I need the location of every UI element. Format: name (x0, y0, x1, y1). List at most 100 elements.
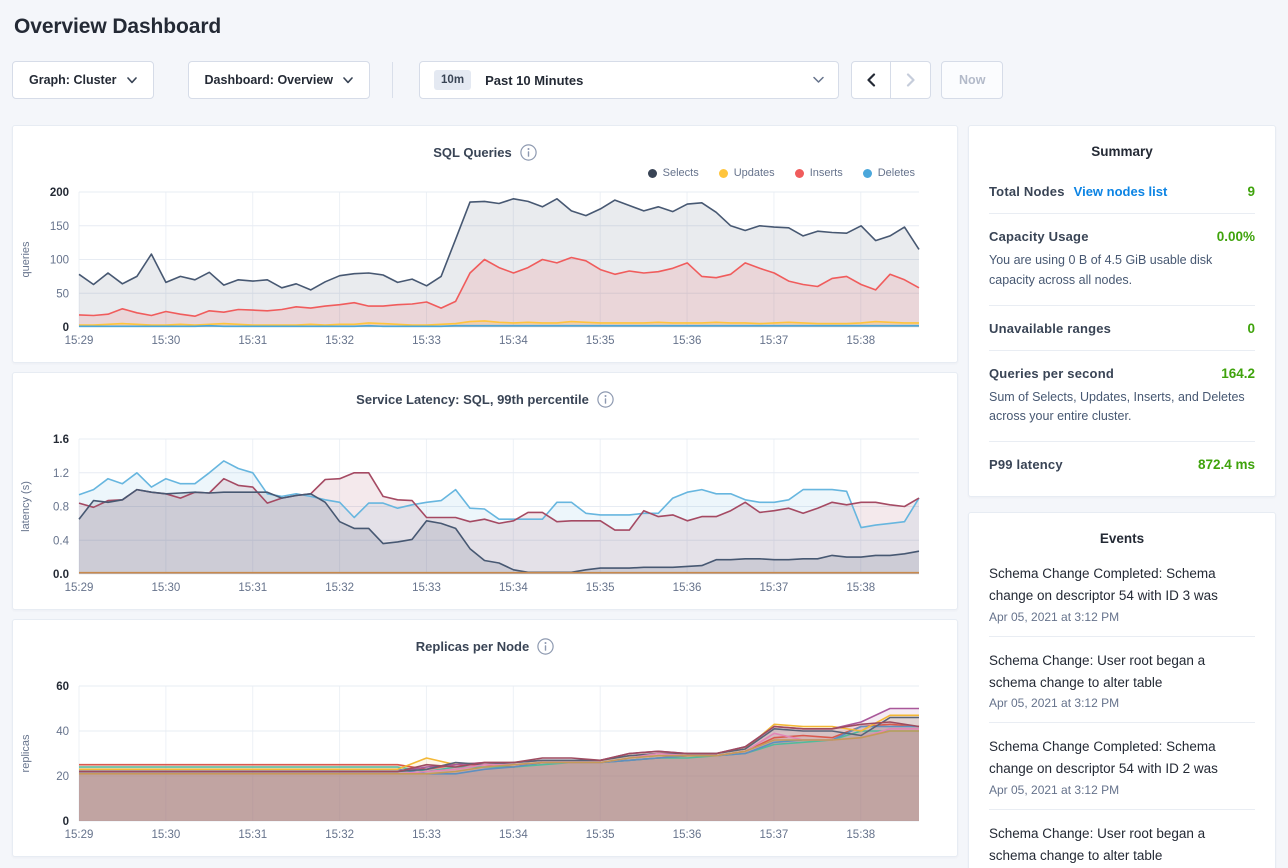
event-timestamp: Apr 05, 2021 at 3:12 PM (989, 610, 1255, 624)
svg-text:latency (s): latency (s) (20, 481, 32, 532)
time-prev-button[interactable] (851, 61, 891, 99)
graph-dropdown[interactable]: Graph: Cluster (12, 61, 154, 99)
svg-text:15:34: 15:34 (499, 582, 528, 594)
svg-text:15:30: 15:30 (151, 582, 180, 594)
info-circle-icon[interactable] (537, 638, 554, 655)
sql-queries-chart[interactable]: 15:2915:3015:3115:3215:3315:3415:3515:36… (13, 184, 957, 357)
svg-text:0: 0 (63, 816, 69, 828)
svg-text:15:33: 15:33 (412, 335, 441, 347)
time-nav-group (851, 61, 931, 99)
summary-row-total-nodes: Total Nodes View nodes list 9 (989, 169, 1255, 214)
svg-text:15:38: 15:38 (846, 582, 875, 594)
svg-text:200: 200 (50, 187, 69, 199)
svg-text:15:37: 15:37 (760, 582, 789, 594)
summary-value: 9 (1247, 184, 1255, 199)
chevron-down-icon (127, 77, 137, 84)
legend-item-inserts[interactable]: Inserts (795, 167, 843, 179)
event-text: Schema Change Completed: Schema change o… (989, 736, 1255, 780)
svg-text:0: 0 (63, 322, 69, 334)
event-item[interactable]: Schema Change: User root began a schema … (989, 810, 1255, 868)
summary-label: P99 latency (989, 457, 1063, 472)
svg-text:15:32: 15:32 (325, 829, 354, 841)
page-title: Overview Dashboard (12, 0, 1276, 39)
info-circle-icon[interactable] (597, 391, 614, 408)
summary-label: Queries per second (989, 366, 1114, 381)
summary-row-p99-latency: P99 latency 872.4 ms (989, 442, 1255, 486)
svg-text:15:35: 15:35 (586, 335, 615, 347)
svg-text:60: 60 (56, 681, 69, 693)
legend-dot (719, 169, 728, 178)
summary-label: Total Nodes (989, 184, 1065, 199)
event-timestamp: Apr 05, 2021 at 3:12 PM (989, 696, 1255, 710)
time-range-badge: 10m (434, 70, 471, 90)
view-nodes-list-link[interactable]: View nodes list (1074, 184, 1168, 199)
chevron-left-icon (866, 73, 876, 87)
toolbar-divider (392, 62, 393, 98)
svg-text:15:36: 15:36 (673, 582, 702, 594)
legend-label: Updates (734, 167, 775, 179)
svg-text:15:34: 15:34 (499, 335, 528, 347)
event-text: Schema Change Completed: Schema change o… (989, 563, 1255, 607)
summary-row-unavailable-ranges: Unavailable ranges 0 (989, 306, 1255, 351)
chart-legend (13, 656, 957, 678)
legend-item-updates[interactable]: Updates (719, 167, 775, 179)
svg-text:15:38: 15:38 (846, 829, 875, 841)
charts-column: SQL Queries SelectsUpdatesInsertsDeletes… (12, 125, 958, 857)
event-item[interactable]: Schema Change Completed: Schema change o… (989, 723, 1255, 810)
svg-text:15:33: 15:33 (412, 829, 441, 841)
event-item[interactable]: Schema Change Completed: Schema change o… (989, 550, 1255, 637)
graph-dropdown-label: Graph: Cluster (29, 73, 117, 87)
svg-text:20: 20 (56, 771, 69, 783)
chart-title: Service Latency: SQL, 99th percentile (356, 392, 589, 407)
svg-text:15:35: 15:35 (586, 829, 615, 841)
toolbar: Graph: Cluster Dashboard: Overview 10m P… (12, 61, 1276, 99)
svg-text:0.0: 0.0 (53, 569, 69, 581)
chart-title: Replicas per Node (416, 639, 529, 654)
svg-text:1.6: 1.6 (53, 434, 69, 446)
summary-row-capacity-usage: Capacity Usage 0.00% You are using 0 B o… (989, 214, 1255, 306)
service-latency-chart[interactable]: 15:2915:3015:3115:3215:3315:3415:3515:36… (13, 431, 957, 604)
dashboard-content: SQL Queries SelectsUpdatesInsertsDeletes… (12, 125, 1276, 868)
svg-text:15:29: 15:29 (65, 335, 94, 347)
svg-text:50: 50 (56, 288, 69, 300)
chevron-right-icon (906, 73, 916, 87)
chart-legend (13, 409, 957, 431)
svg-text:15:32: 15:32 (325, 335, 354, 347)
dashboard-dropdown-label: Dashboard: Overview (205, 73, 334, 87)
legend-item-selects[interactable]: Selects (648, 167, 699, 179)
svg-text:40: 40 (56, 726, 69, 738)
events-panel: Events Schema Change Completed: Schema c… (968, 512, 1276, 868)
info-circle-icon[interactable] (520, 144, 537, 161)
events-title: Events (989, 531, 1255, 546)
summary-note: You are using 0 B of 4.5 GiB usable disk… (989, 251, 1255, 291)
svg-text:15:33: 15:33 (412, 582, 441, 594)
event-item[interactable]: Schema Change: User root began a schema … (989, 637, 1255, 724)
dashboard-dropdown[interactable]: Dashboard: Overview (188, 61, 371, 99)
svg-text:15:30: 15:30 (151, 829, 180, 841)
svg-text:15:32: 15:32 (325, 582, 354, 594)
summary-value: 0 (1247, 321, 1255, 336)
svg-text:1.2: 1.2 (53, 468, 69, 480)
summary-value: 0.00% (1217, 229, 1255, 244)
time-next-button[interactable] (891, 61, 931, 99)
replicas-per-node-chart[interactable]: 15:2915:3015:3115:3215:3315:3415:3515:36… (13, 678, 957, 851)
svg-text:150: 150 (50, 221, 69, 233)
svg-text:15:29: 15:29 (65, 582, 94, 594)
svg-text:15:31: 15:31 (238, 582, 267, 594)
legend-item-deletes[interactable]: Deletes (863, 167, 915, 179)
svg-text:15:34: 15:34 (499, 829, 528, 841)
event-text: Schema Change: User root began a schema … (989, 823, 1255, 867)
svg-text:0.8: 0.8 (53, 502, 69, 514)
svg-text:15:36: 15:36 (673, 829, 702, 841)
legend-dot (648, 169, 657, 178)
summary-note: Sum of Selects, Updates, Inserts, and De… (989, 388, 1255, 428)
summary-value: 164.2 (1221, 366, 1255, 381)
time-range-label: Past 10 Minutes (485, 73, 799, 88)
svg-text:0.4: 0.4 (53, 535, 70, 547)
svg-text:15:37: 15:37 (760, 829, 789, 841)
legend-dot (795, 169, 804, 178)
summary-label: Unavailable ranges (989, 321, 1111, 336)
time-range-selector[interactable]: 10m Past 10 Minutes (419, 61, 839, 99)
svg-text:replicas: replicas (20, 734, 32, 772)
now-button[interactable]: Now (941, 61, 1003, 99)
